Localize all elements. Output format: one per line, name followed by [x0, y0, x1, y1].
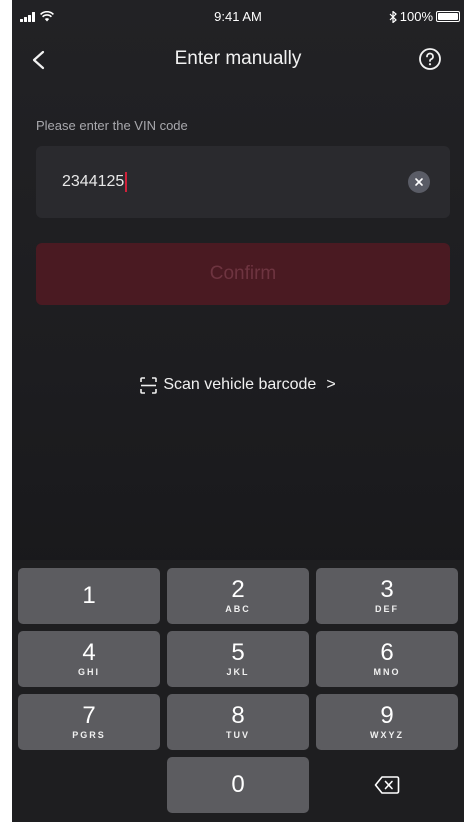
key-6[interactable]: 6 MNO	[316, 631, 458, 687]
vin-input[interactable]: 2344125	[36, 146, 450, 218]
vin-input-value: 2344125	[62, 173, 125, 190]
key-letters: ABC	[225, 604, 251, 614]
key-number: 1	[82, 582, 96, 609]
confirm-button[interactable]: Confirm	[36, 243, 450, 305]
keypad-row: 1 2 ABC 3 DEF	[18, 568, 458, 624]
key-number: 9	[380, 702, 394, 729]
key-blank	[18, 757, 160, 813]
key-letters: GHI	[77, 667, 100, 677]
battery-percent: 100%	[399, 9, 433, 24]
key-delete[interactable]	[316, 757, 458, 813]
status-right: 100%	[389, 9, 460, 24]
text-caret	[125, 172, 128, 192]
bluetooth-icon	[389, 10, 397, 23]
key-number: 0	[231, 771, 245, 798]
key-letters: JKL	[226, 667, 250, 677]
clear-button[interactable]	[408, 171, 430, 193]
key-number: 2	[231, 576, 245, 603]
key-2[interactable]: 2 ABC	[167, 568, 309, 624]
help-icon[interactable]	[418, 47, 442, 71]
numeric-keypad: 1 2 ABC 3 DEF 4 GHI 5 JKL 6 MNO 7 PGRS 8…	[12, 560, 464, 822]
key-1[interactable]: 1	[18, 568, 160, 624]
keypad-row: 4 GHI 5 JKL 6 MNO	[18, 631, 458, 687]
chevron-right-icon: >	[326, 376, 336, 393]
key-letters: PGRS	[72, 730, 106, 740]
key-8[interactable]: 8 TUV	[167, 694, 309, 750]
key-5[interactable]: 5 JKL	[167, 631, 309, 687]
scan-icon	[140, 376, 158, 394]
page-title: Enter manually	[174, 48, 302, 69]
key-letters: TUV	[226, 730, 250, 740]
key-letters: DEF	[375, 604, 399, 614]
key-3[interactable]: 3 DEF	[316, 568, 458, 624]
key-number: 5	[231, 639, 245, 666]
key-0[interactable]: 0	[167, 757, 309, 813]
vin-label: Please enter the VIN code	[36, 118, 188, 133]
key-number: 6	[380, 639, 394, 666]
keypad-row: 0	[18, 757, 458, 813]
phone-screen: 9:41 AM 100% Enter manually Please enter…	[12, 0, 464, 822]
close-icon	[415, 178, 423, 186]
key-number: 8	[231, 702, 245, 729]
status-bar: 9:41 AM 100%	[12, 0, 464, 38]
key-number: 4	[82, 639, 96, 666]
key-4[interactable]: 4 GHI	[18, 631, 160, 687]
key-7[interactable]: 7 PGRS	[18, 694, 160, 750]
battery-icon	[436, 11, 460, 22]
key-number: 3	[380, 576, 394, 603]
key-letters: WXYZ	[370, 730, 404, 740]
key-letters: MNO	[373, 667, 401, 677]
nav-bar: Enter manually	[12, 40, 464, 80]
keypad-row: 7 PGRS 8 TUV 9 WXYZ	[18, 694, 458, 750]
scan-barcode-link[interactable]: Scan vehicle barcode >	[12, 376, 464, 394]
vin-input-value-wrap: 2344125	[62, 172, 128, 192]
key-number: 7	[82, 702, 96, 729]
scan-barcode-label: Scan vehicle barcode	[163, 376, 317, 393]
backspace-icon	[374, 776, 400, 794]
key-9[interactable]: 9 WXYZ	[316, 694, 458, 750]
